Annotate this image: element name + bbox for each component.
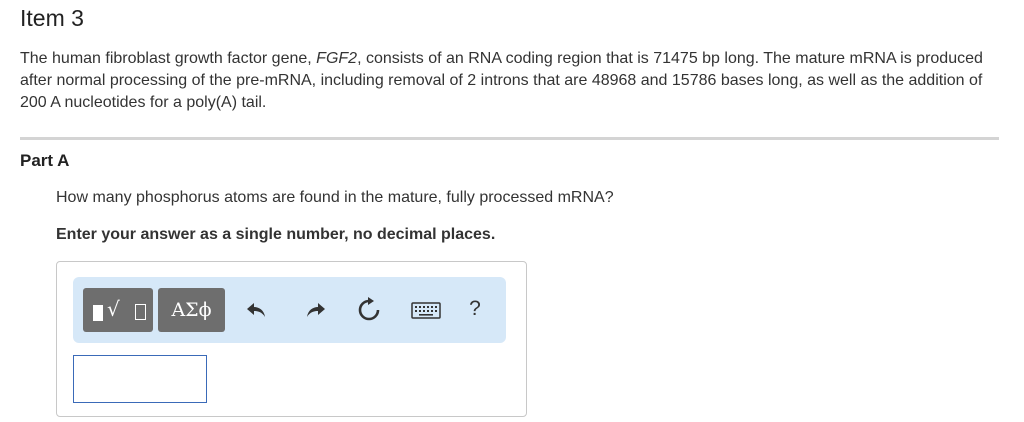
undo-button[interactable] [243, 296, 271, 324]
outlined-square-glyph [135, 304, 146, 320]
gene-name: FGF2 [316, 50, 358, 67]
part-title: Part A [20, 151, 70, 170]
redo-icon [307, 303, 325, 317]
symbols-button[interactable]: ΑΣϕ [158, 288, 225, 332]
section-divider [20, 137, 999, 140]
item-title: Item 3 [20, 5, 84, 31]
keyboard-button[interactable] [409, 296, 443, 324]
keyboard-icon [411, 302, 441, 319]
undo-icon [247, 303, 265, 317]
redo-button[interactable] [301, 296, 329, 324]
math-toolbar: √ ΑΣϕ ? [73, 277, 506, 343]
question-text: How many phosphorus atoms are found in t… [56, 189, 614, 206]
templates-button[interactable]: √ [83, 288, 153, 332]
help-button[interactable]: ? [464, 294, 486, 324]
reset-button[interactable] [355, 296, 383, 324]
answer-box: √ ΑΣϕ ? [56, 261, 527, 417]
answer-input[interactable] [73, 355, 207, 403]
root-glyph: √ [107, 297, 120, 321]
answer-instruction: Enter your answer as a single number, no… [56, 226, 496, 243]
reset-icon [358, 297, 380, 321]
problem-text-before: The human fibroblast growth factor gene, [20, 50, 317, 67]
problem-statement: The human fibroblast growth factor gene,… [20, 48, 1000, 114]
filled-square-glyph [93, 305, 103, 321]
